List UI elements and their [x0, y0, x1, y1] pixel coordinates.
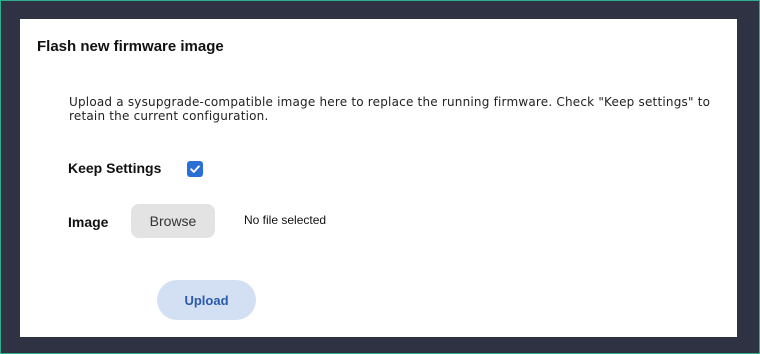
file-status-text: No file selected — [244, 213, 327, 227]
section-description: Upload a sysupgrade-compatible image her… — [69, 95, 711, 123]
checkmark-icon — [190, 165, 200, 173]
browse-button[interactable]: Browse — [131, 204, 215, 238]
image-label: Image — [68, 214, 109, 230]
keep-settings-label: Keep Settings — [68, 160, 162, 176]
section-title: Flash new firmware image — [37, 38, 224, 55]
upload-button[interactable]: Upload — [157, 280, 256, 320]
firmware-flash-panel: Flash new firmware image Upload a sysupg… — [20, 19, 737, 337]
keep-settings-checkbox[interactable] — [187, 161, 203, 177]
